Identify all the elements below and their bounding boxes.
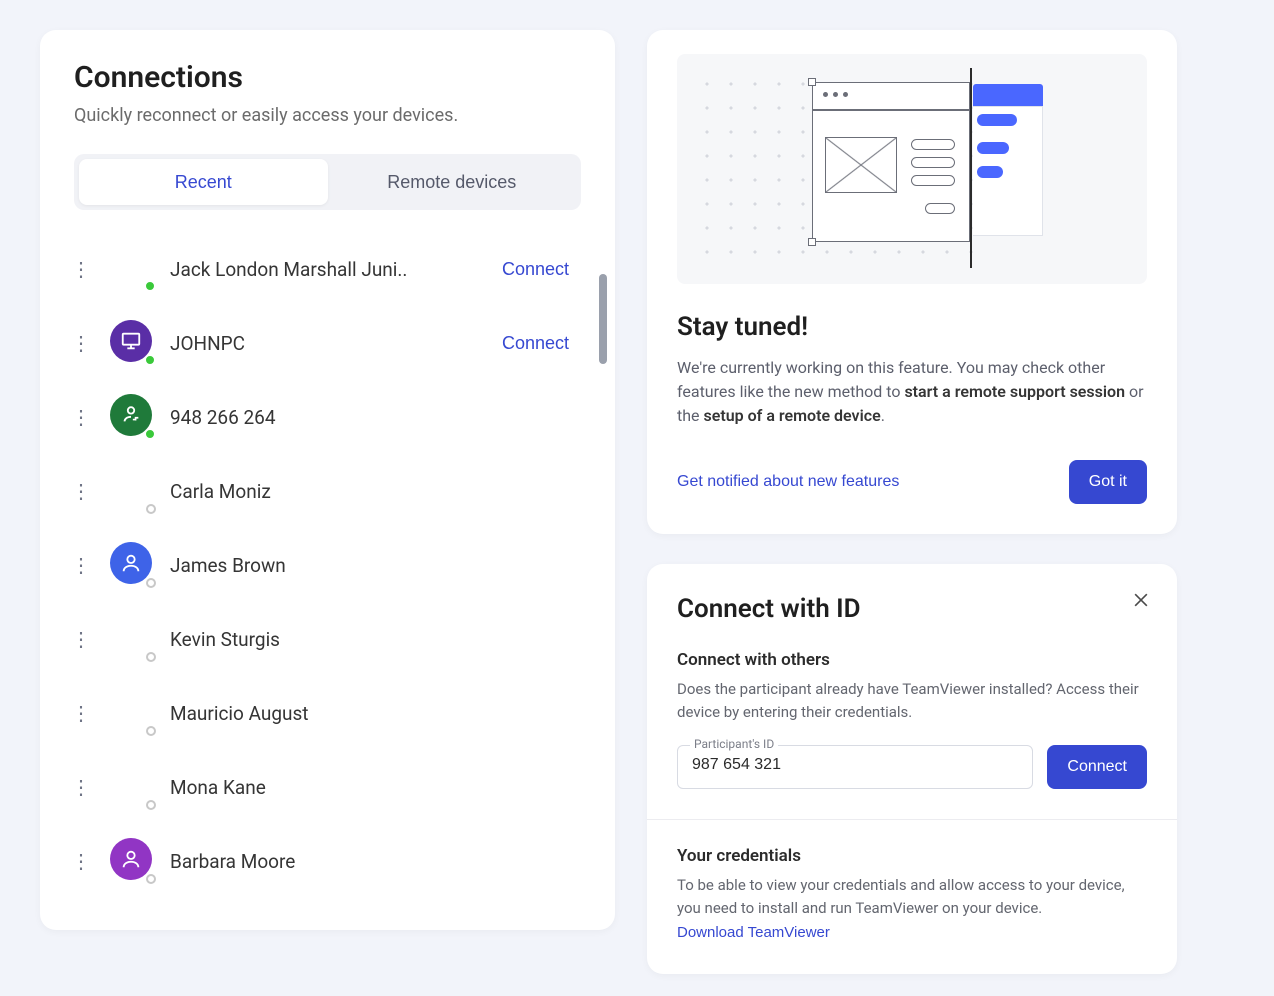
scrollbar-thumb[interactable]: [599, 274, 607, 364]
connect-button[interactable]: Connect: [1047, 745, 1147, 789]
connection-name: 948 266 264: [170, 406, 597, 429]
status-indicator: [144, 354, 156, 366]
got-it-button[interactable]: Got it: [1069, 460, 1147, 504]
avatar: [110, 246, 156, 292]
connections-tabs: Recent Remote devices: [74, 154, 581, 210]
notify-link[interactable]: Get notified about new features: [677, 473, 899, 491]
connection-name: Mauricio August: [170, 702, 597, 725]
connections-list: ⋮ Jack London Marshall Juni.. Connect ⋮ JOHN…: [40, 232, 615, 930]
status-indicator: [146, 874, 156, 884]
connection-item: ⋮ Kevin Sturgis: [66, 602, 597, 676]
user-icon: [110, 542, 152, 584]
stay-tuned-body: We're currently working on this feature.…: [677, 356, 1147, 428]
avatar: [110, 394, 156, 440]
more-options-icon[interactable]: ⋮: [66, 550, 96, 580]
more-options-icon[interactable]: ⋮: [66, 476, 96, 506]
connection-item: ⋮ 948 266 264: [66, 380, 597, 454]
connections-title: Connections: [40, 60, 615, 95]
connection-name: Barbara Moore: [170, 850, 597, 873]
stay-tuned-title: Stay tuned!: [677, 312, 1147, 342]
your-credentials-desc: To be able to view your credentials and …: [677, 874, 1147, 944]
connections-subtitle: Quickly reconnect or easily access your …: [40, 105, 615, 126]
status-indicator: [146, 726, 156, 736]
avatar: [110, 690, 156, 736]
more-options-icon[interactable]: ⋮: [66, 698, 96, 728]
divider: [647, 819, 1177, 820]
connections-panel: Connections Quickly reconnect or easily …: [40, 30, 615, 930]
avatar: [110, 542, 156, 588]
connection-name: Carla Moniz: [170, 480, 597, 503]
tab-recent[interactable]: Recent: [79, 159, 328, 205]
connection-name: Kevin Sturgis: [170, 628, 597, 651]
stay-tuned-panel: Stay tuned! We're currently working on t…: [647, 30, 1177, 534]
connect-with-id-panel: Connect with ID Connect with others Does…: [647, 564, 1177, 974]
avatar: [110, 616, 156, 662]
status-indicator: [146, 578, 156, 588]
user-icon: [110, 838, 152, 880]
status-indicator: [144, 280, 156, 292]
status-indicator: [146, 504, 156, 514]
stay-tuned-illustration: [677, 54, 1147, 284]
more-options-icon[interactable]: ⋮: [66, 772, 96, 802]
more-options-icon[interactable]: ⋮: [66, 624, 96, 654]
connect-link[interactable]: Connect: [502, 259, 597, 280]
more-options-icon[interactable]: ⋮: [66, 328, 96, 358]
tab-remote-devices[interactable]: Remote devices: [328, 159, 577, 205]
connection-item: ⋮ Mona Kane: [66, 750, 597, 824]
avatar: [110, 468, 156, 514]
your-credentials-heading: Your credentials: [677, 846, 1147, 866]
connection-item: ⋮ Barbara Moore: [66, 824, 597, 898]
connection-item: ⋮ Carla Moniz: [66, 454, 597, 528]
connection-name: James Brown: [170, 554, 597, 577]
connection-item: ⋮ James Brown: [66, 528, 597, 602]
connect-id-title: Connect with ID: [677, 594, 1147, 624]
download-teamviewer-link[interactable]: Download TeamViewer: [677, 924, 830, 941]
connection-name: Mona Kane: [170, 776, 597, 799]
connection-item: ⋮ JOHNPC Connect: [66, 306, 597, 380]
status-indicator: [144, 428, 156, 440]
participant-id-field-wrap: Participant's ID: [677, 745, 1033, 789]
close-icon[interactable]: [1131, 590, 1151, 613]
avatar: [110, 320, 156, 366]
more-options-icon[interactable]: ⋮: [66, 254, 96, 284]
avatar: [110, 838, 156, 884]
connection-item: ⋮ Mauricio August: [66, 676, 597, 750]
connection-name: Jack London Marshall Juni..: [170, 258, 488, 281]
connect-others-desc: Does the participant already have TeamVi…: [677, 678, 1147, 723]
connection-name: JOHNPC: [170, 332, 488, 355]
participant-id-input[interactable]: [692, 754, 1018, 774]
connection-item: ⋮ Jack London Marshall Juni.. Connect: [66, 232, 597, 306]
avatar: [110, 764, 156, 810]
participant-id-label: Participant's ID: [690, 737, 778, 751]
status-indicator: [146, 800, 156, 810]
more-options-icon[interactable]: ⋮: [66, 402, 96, 432]
more-options-icon[interactable]: ⋮: [66, 846, 96, 876]
status-indicator: [146, 652, 156, 662]
connect-link[interactable]: Connect: [502, 333, 597, 354]
connect-others-heading: Connect with others: [677, 650, 1147, 670]
